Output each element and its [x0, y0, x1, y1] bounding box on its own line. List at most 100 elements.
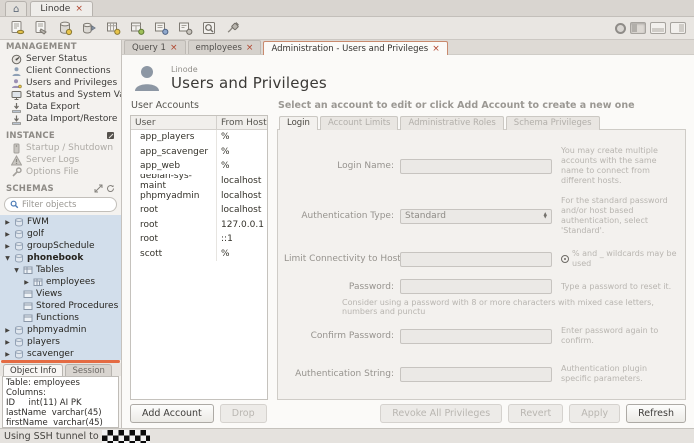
schemas-section-title: SCHEMAS	[0, 182, 121, 195]
schema-icon	[14, 241, 24, 251]
sidebar-item-server-logs[interactable]: Server Logs	[0, 154, 121, 166]
tree-node-stored-procedures[interactable]: Stored Procedures	[0, 300, 121, 312]
schema-node-phonebook[interactable]: ▼phonebook	[0, 252, 121, 264]
status-circle-icon[interactable]	[615, 23, 626, 34]
object-info-panel: Table: employees Columns: ID int(11) AI …	[2, 376, 119, 428]
sidebar-item-status-system-variables[interactable]: Status and System Variables	[0, 89, 121, 101]
search-data-icon[interactable]	[200, 20, 217, 37]
refresh-button[interactable]: Refresh	[626, 404, 686, 423]
mysql-workbench-window: ⌂ Linode × MANAGEMENT Server Stat	[0, 0, 694, 443]
new-query-icon[interactable]	[8, 20, 25, 37]
login-name-label: Login Name:	[284, 161, 400, 171]
sidebar-item-data-import[interactable]: Data Import/Restore	[0, 113, 121, 125]
create-procedure-icon[interactable]	[152, 20, 169, 37]
schema-filter-input[interactable]	[22, 200, 111, 210]
login-form: Login Name: You may create multiple acco…	[277, 129, 686, 400]
wildcard-info-icon	[561, 255, 569, 263]
tab-schema-privileges[interactable]: Schema Privileges	[506, 116, 600, 130]
table-row[interactable]: scott%	[131, 247, 267, 262]
sidebar-item-data-export[interactable]: Data Export	[0, 101, 121, 113]
create-table-icon[interactable]	[104, 20, 121, 37]
tab-query1[interactable]: Query 1×	[124, 40, 186, 54]
sidebar-item-server-status[interactable]: Server Status	[0, 53, 121, 65]
create-function-icon[interactable]	[176, 20, 193, 37]
tree-node-tables[interactable]: ▼Tables	[0, 264, 121, 276]
schema-icon	[14, 229, 24, 239]
close-icon[interactable]: ×	[246, 44, 254, 52]
tab-session[interactable]: Session	[65, 364, 111, 376]
editor-hint: Select an account to edit or click Add A…	[278, 100, 686, 111]
table-row[interactable]: app_web%	[131, 159, 267, 174]
schema-node-scavenger[interactable]: ▶scavenger	[0, 348, 121, 360]
login-name-help: You may create multiple accounts with th…	[552, 146, 677, 186]
home-icon: ⌂	[13, 4, 19, 15]
table-row[interactable]: app_players%	[131, 130, 267, 145]
sidebar-item-startup-shutdown[interactable]: Startup / Shutdown	[0, 142, 121, 154]
plugin-icon[interactable]	[224, 20, 241, 37]
refresh-schemas-icon[interactable]	[106, 184, 115, 193]
create-schema-icon[interactable]	[56, 20, 73, 37]
password-input[interactable]	[400, 279, 552, 294]
password-help: Type a password to reset it.	[552, 282, 677, 292]
sidebar-item-users-privileges[interactable]: Users and Privileges	[0, 77, 121, 89]
auth-string-input[interactable]	[400, 367, 552, 382]
close-icon[interactable]: ×	[170, 44, 178, 52]
auth-type-select[interactable]: Standard ▲▼	[400, 209, 552, 224]
instance-config-icon[interactable]	[106, 131, 115, 140]
table-row[interactable]: phpmyadminlocalhost	[131, 188, 267, 203]
connection-tab-linode[interactable]: Linode ×	[30, 1, 93, 16]
revoke-all-privileges-button[interactable]: Revoke All Privileges	[380, 404, 502, 423]
create-view-icon[interactable]	[128, 20, 145, 37]
sidebar-item-client-connections[interactable]: Client Connections	[0, 65, 121, 77]
column-header-user[interactable]: User	[131, 116, 217, 130]
login-name-input[interactable]	[400, 159, 552, 174]
expand-schemas-icon[interactable]	[94, 184, 103, 193]
apply-button[interactable]: Apply	[569, 404, 620, 423]
tree-node-functions[interactable]: Functions	[0, 312, 121, 324]
sidebar-item-options-file[interactable]: Options File	[0, 166, 121, 178]
tab-login[interactable]: Login	[279, 116, 318, 130]
tab-admin-users-privileges[interactable]: Administration - Users and Privileges×	[263, 41, 447, 55]
close-icon[interactable]: ×	[432, 45, 440, 53]
monitor-icon	[11, 90, 22, 101]
tab-employees[interactable]: employees×	[188, 40, 262, 54]
add-account-button[interactable]: Add Account	[130, 404, 214, 423]
functions-folder-icon	[23, 313, 33, 323]
schema-icon	[14, 337, 24, 347]
tree-node-employees[interactable]: ▶employees	[0, 276, 121, 288]
schema-node-golf[interactable]: ▶golf	[0, 228, 121, 240]
connection-name: Linode	[171, 65, 327, 74]
table-row[interactable]: app_scavenger%	[131, 145, 267, 160]
table-row[interactable]: root::1	[131, 232, 267, 247]
schema-node-fwm[interactable]: ▶FWM	[0, 216, 121, 228]
open-script-icon[interactable]	[32, 20, 49, 37]
table-row[interactable]: debian-sys-maintlocalhost	[131, 174, 267, 189]
schema-node-phpmyadmin[interactable]: ▶phpmyadmin	[0, 324, 121, 336]
main-panel: Query 1× employees× Administration - Use…	[122, 40, 694, 428]
tab-object-info[interactable]: Object Info	[3, 364, 63, 376]
home-tab[interactable]: ⌂	[5, 1, 27, 16]
limit-hosts-input[interactable]	[400, 252, 552, 267]
status-text: Using SSH tunnel to	[4, 431, 99, 442]
revert-button[interactable]: Revert	[508, 404, 563, 423]
tab-administrative-roles[interactable]: Administrative Roles	[400, 116, 503, 130]
table-icon	[33, 277, 43, 287]
schema-node-players[interactable]: ▶players	[0, 336, 121, 348]
password-strength-note: Consider using a password with 8 or more…	[342, 298, 677, 316]
schema-node-groupschedule[interactable]: ▶groupSchedule	[0, 240, 121, 252]
tab-account-limits[interactable]: Account Limits	[320, 116, 399, 130]
tree-node-views[interactable]: Views	[0, 288, 121, 300]
confirm-password-input[interactable]	[400, 329, 552, 344]
table-row[interactable]: root127.0.0.1	[131, 218, 267, 233]
sync-schema-icon[interactable]	[80, 20, 97, 37]
sidebar-left-toggle[interactable]	[630, 22, 646, 34]
sidebar-right-toggle[interactable]	[670, 22, 686, 34]
table-header: User From Host	[131, 116, 267, 130]
column-header-from-host[interactable]: From Host	[217, 118, 267, 128]
schema-filter-box	[4, 197, 117, 212]
schema-icon	[14, 325, 24, 335]
output-area-toggle[interactable]	[650, 22, 666, 34]
close-icon[interactable]: ×	[75, 5, 83, 13]
drop-button[interactable]: Drop	[220, 404, 267, 423]
table-row[interactable]: rootlocalhost	[131, 203, 267, 218]
